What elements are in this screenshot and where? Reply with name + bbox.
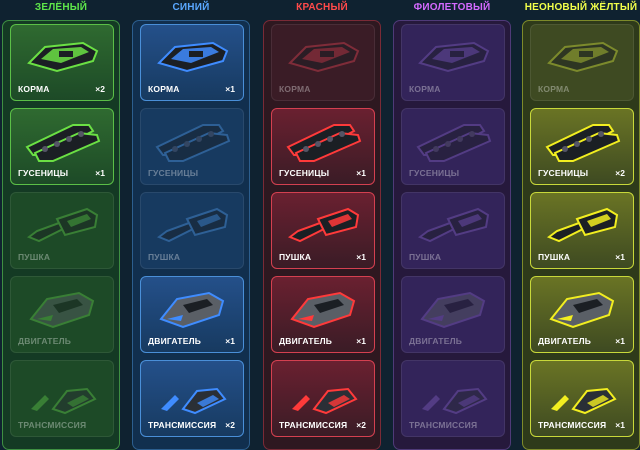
part-card-engine[interactable]: ДВИГАТЕЛЬ bbox=[10, 276, 114, 353]
part-count: ×1 bbox=[225, 84, 235, 94]
part-card-engine[interactable]: ДВИГАТЕЛЬ ×1 bbox=[140, 276, 244, 353]
part-count: ×1 bbox=[615, 336, 625, 346]
part-card-hull[interactable]: КОРМА ×2 bbox=[10, 24, 114, 101]
part-label: ГУСЕНИЦЫ bbox=[409, 168, 460, 178]
part-card-gun[interactable]: ПУШКА ×1 bbox=[530, 192, 634, 269]
part-count: ×1 bbox=[95, 168, 105, 178]
part-card-engine[interactable]: ДВИГАТЕЛЬ bbox=[401, 276, 505, 353]
part-label: ГУСЕНИЦЫ bbox=[148, 168, 199, 178]
part-label: ДВИГАТЕЛЬ bbox=[279, 336, 333, 346]
part-label: ТРАНСМИССИЯ bbox=[409, 420, 478, 430]
part-label: КОРМА bbox=[409, 84, 441, 94]
part-card-hull[interactable]: КОРМА bbox=[271, 24, 375, 101]
part-label: ПУШКА bbox=[148, 252, 181, 262]
color-column: НЕОНОВЫЙ ЖЁЛТЫЙ КОРМА ГУСЕНИЦЫ ×2 ПУШКА ×1… bbox=[522, 0, 640, 450]
column-title: НЕОНОВЫЙ ЖЁЛТЫЙ bbox=[524, 2, 638, 13]
part-card-tracks[interactable]: ГУСЕНИЦЫ ×2 bbox=[530, 108, 634, 185]
part-card-tracks[interactable]: ГУСЕНИЦЫ ×1 bbox=[271, 108, 375, 185]
part-count: ×2 bbox=[95, 84, 105, 94]
part-card-tracks[interactable]: ГУСЕНИЦЫ bbox=[140, 108, 244, 185]
part-count: ×2 bbox=[225, 420, 235, 430]
color-column: КРАСНЫЙ КОРМА ГУСЕНИЦЫ ×1 ПУШКА ×1 ДВИГАТЕ… bbox=[263, 0, 381, 450]
part-label: КОРМА bbox=[148, 84, 180, 94]
part-label: КОРМА bbox=[18, 84, 50, 94]
part-count: ×1 bbox=[615, 252, 625, 262]
part-label: ГУСЕНИЦЫ bbox=[538, 168, 589, 178]
part-label: ПУШКА bbox=[409, 252, 442, 262]
column-panel: КОРМА ×2 ГУСЕНИЦЫ ×1 ПУШКА ДВИГАТЕЛЬ ТРАНС… bbox=[2, 20, 120, 450]
part-count: ×1 bbox=[225, 336, 235, 346]
part-card-tracks[interactable]: ГУСЕНИЦЫ ×1 bbox=[10, 108, 114, 185]
part-label: КОРМА bbox=[538, 84, 570, 94]
column-panel: КОРМА ГУСЕНИЦЫ ×2 ПУШКА ×1 ДВИГАТЕЛЬ ×1 ТРА… bbox=[522, 20, 640, 450]
part-card-transmission[interactable]: ТРАНСМИССИЯ ×1 bbox=[530, 360, 634, 437]
part-card-transmission[interactable]: ТРАНСМИССИЯ ×2 bbox=[140, 360, 244, 437]
part-label: ДВИГАТЕЛЬ bbox=[18, 336, 72, 346]
part-count: ×1 bbox=[356, 252, 366, 262]
part-card-transmission[interactable]: ТРАНСМИССИЯ ×2 bbox=[271, 360, 375, 437]
column-title: ЗЕЛЁНЫЙ bbox=[34, 2, 88, 13]
part-label: ГУСЕНИЦЫ bbox=[18, 168, 69, 178]
part-label: ДВИГАТЕЛЬ bbox=[148, 336, 202, 346]
part-card-gun[interactable]: ПУШКА bbox=[10, 192, 114, 269]
color-column: ЗЕЛЁНЫЙ КОРМА ×2 ГУСЕНИЦЫ ×1 ПУШКА ДВИГАТЕ… bbox=[2, 0, 120, 450]
part-label: ДВИГАТЕЛЬ bbox=[409, 336, 463, 346]
part-label: ТРАНСМИССИЯ bbox=[18, 420, 87, 430]
part-label: ТРАНСМИССИЯ bbox=[279, 420, 348, 430]
part-card-transmission[interactable]: ТРАНСМИССИЯ bbox=[401, 360, 505, 437]
part-label: ПУШКА bbox=[538, 252, 571, 262]
part-label: ТРАНСМИССИЯ bbox=[538, 420, 607, 430]
column-title: СИНИЙ bbox=[172, 2, 210, 13]
column-panel: КОРМА ГУСЕНИЦЫ ПУШКА ДВИГАТЕЛЬ ТРАНСМИСС… bbox=[393, 20, 511, 450]
part-count: ×1 bbox=[356, 168, 366, 178]
part-card-hull[interactable]: КОРМА bbox=[401, 24, 505, 101]
part-label: ДВИГАТЕЛЬ bbox=[538, 336, 592, 346]
part-card-gun[interactable]: ПУШКА ×1 bbox=[271, 192, 375, 269]
part-card-transmission[interactable]: ТРАНСМИССИЯ bbox=[10, 360, 114, 437]
part-card-hull[interactable]: КОРМА ×1 bbox=[140, 24, 244, 101]
column-panel: КОРМА ×1 ГУСЕНИЦЫ ПУШКА ДВИГАТЕЛЬ ×1 ТРАНС… bbox=[132, 20, 250, 450]
part-card-engine[interactable]: ДВИГАТЕЛЬ ×1 bbox=[530, 276, 634, 353]
part-label: ГУСЕНИЦЫ bbox=[279, 168, 330, 178]
part-count: ×2 bbox=[356, 420, 366, 430]
part-card-gun[interactable]: ПУШКА bbox=[140, 192, 244, 269]
part-count: ×2 bbox=[615, 168, 625, 178]
part-label: ПУШКА bbox=[279, 252, 312, 262]
color-column: СИНИЙ КОРМА ×1 ГУСЕНИЦЫ ПУШКА ДВИГАТЕЛЬ ×1… bbox=[132, 0, 250, 450]
column-panel: КОРМА ГУСЕНИЦЫ ×1 ПУШКА ×1 ДВИГАТЕЛЬ ×1 ТРА… bbox=[263, 20, 381, 450]
column-title: ФИОЛЕТОВЫЙ bbox=[413, 2, 491, 13]
part-card-hull[interactable]: КОРМА bbox=[530, 24, 634, 101]
part-label: ТРАНСМИССИЯ bbox=[148, 420, 217, 430]
part-label: ПУШКА bbox=[18, 252, 51, 262]
part-card-tracks[interactable]: ГУСЕНИЦЫ bbox=[401, 108, 505, 185]
column-title: КРАСНЫЙ bbox=[296, 2, 348, 13]
part-card-engine[interactable]: ДВИГАТЕЛЬ ×1 bbox=[271, 276, 375, 353]
part-card-gun[interactable]: ПУШКА bbox=[401, 192, 505, 269]
part-label: КОРМА bbox=[279, 84, 311, 94]
color-column: ФИОЛЕТОВЫЙ КОРМА ГУСЕНИЦЫ ПУШКА ДВИГАТЕЛ… bbox=[393, 0, 511, 450]
part-count: ×1 bbox=[615, 420, 625, 430]
part-count: ×1 bbox=[356, 336, 366, 346]
